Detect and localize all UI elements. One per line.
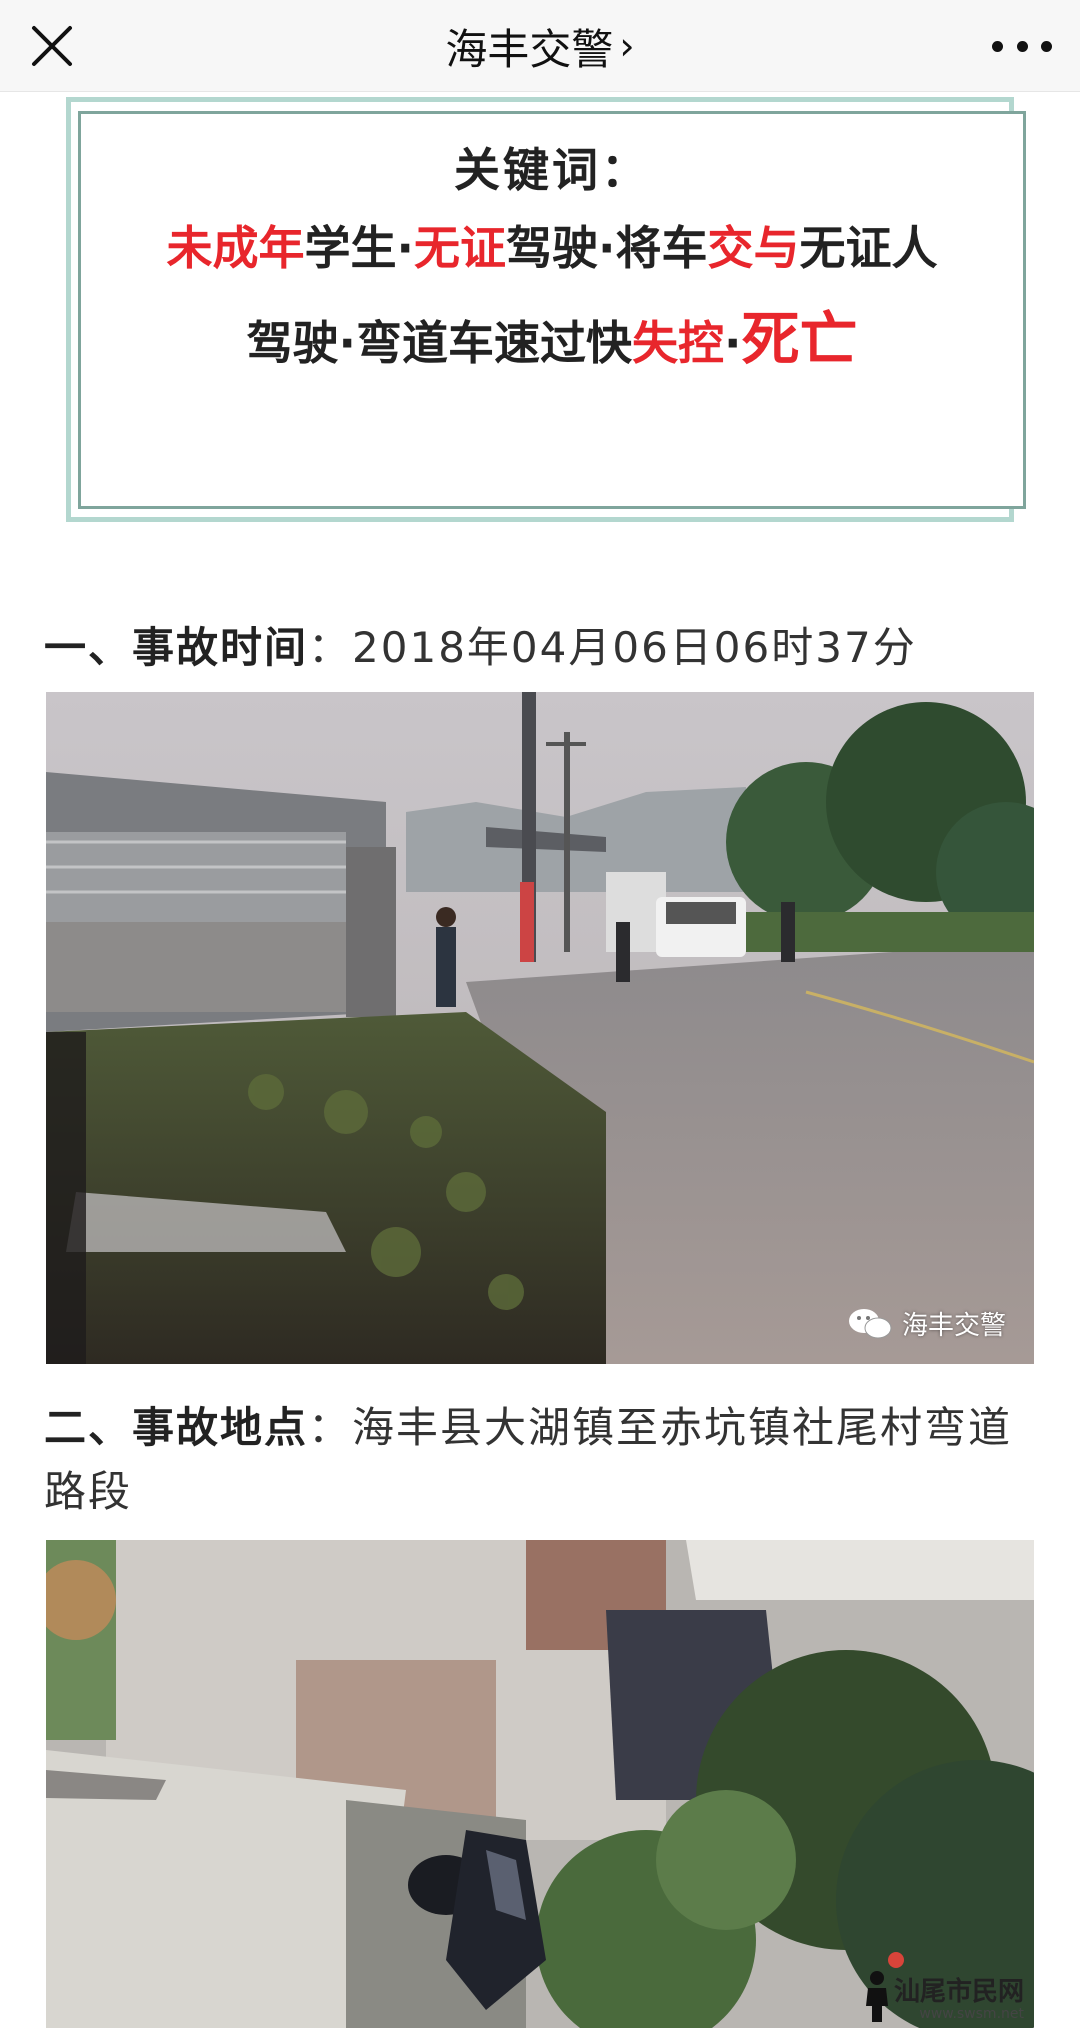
site-logo: 汕尾市民网 www.swsm.net [860, 1970, 1024, 2022]
accident-time-value: 2018年04月06日06时37分 [352, 623, 917, 672]
keyword-segment: 交与 [707, 221, 800, 275]
accident-location-sep: ： [308, 1403, 353, 1452]
chevron-right-icon[interactable]: › [619, 24, 634, 68]
account-title[interactable]: 海丰交警 › [0, 0, 1080, 92]
accident-location-label: 二、事故地点 [44, 1403, 309, 1452]
keyword-segment: 死亡 [741, 305, 858, 373]
accident-scene-photo[interactable]: 海丰交警 [46, 692, 1034, 1364]
top-nav-bar: 海丰交警 › [0, 0, 1080, 92]
keyword-segment: 学生· [304, 221, 414, 275]
keyword-segment: 驾驶·将车 [506, 221, 708, 275]
wechat-icon [848, 1308, 892, 1338]
accident-location: 二、事故地点：海丰县大湖镇至赤坑镇社尾村弯道路段 [44, 1396, 1044, 1524]
keyword-line-1: 未成年学生·无证驾驶·将车交与无证人 [81, 212, 1023, 278]
keyword-line-2: 驾驶·弯道车速过快失控·死亡 [81, 292, 1023, 376]
keyword-segment: 驾驶·弯道车速过快 [246, 316, 632, 370]
keyword-segment: 无证 [414, 221, 506, 275]
more-dots-icon[interactable] [992, 20, 1052, 72]
keyword-segment: 无证人 [799, 221, 938, 275]
photo-watermark: 海丰交警 [848, 1305, 1006, 1342]
keyword-segment: · [723, 316, 742, 370]
accident-time-label: 一、事故时间 [44, 623, 309, 672]
keyword-title: 关键词： [454, 143, 650, 197]
keyword-segment: 未成年 [166, 221, 305, 275]
accident-time-sep: ： [308, 623, 353, 672]
keyword-segment: 失控 [631, 316, 724, 370]
keyword-box: 关键词： 未成年学生·无证驾驶·将车交与无证人 驾驶·弯道车速过快失控·死亡 [78, 111, 1026, 509]
site-logo-text: 汕尾市民网 [893, 1977, 1024, 2007]
account-name[interactable]: 海丰交警 [445, 16, 613, 77]
person-silhouette-icon [865, 1971, 888, 2022]
accident-vehicle-photo[interactable]: 汕尾市民网 www.swsm.net [46, 1540, 1034, 2028]
watermark-text: 海丰交警 [901, 1311, 1006, 1341]
accident-time: 一、事故时间：2018年04月06日06时37分 [44, 616, 1044, 680]
site-logo-url: www.swsm.net [919, 2006, 1024, 2022]
